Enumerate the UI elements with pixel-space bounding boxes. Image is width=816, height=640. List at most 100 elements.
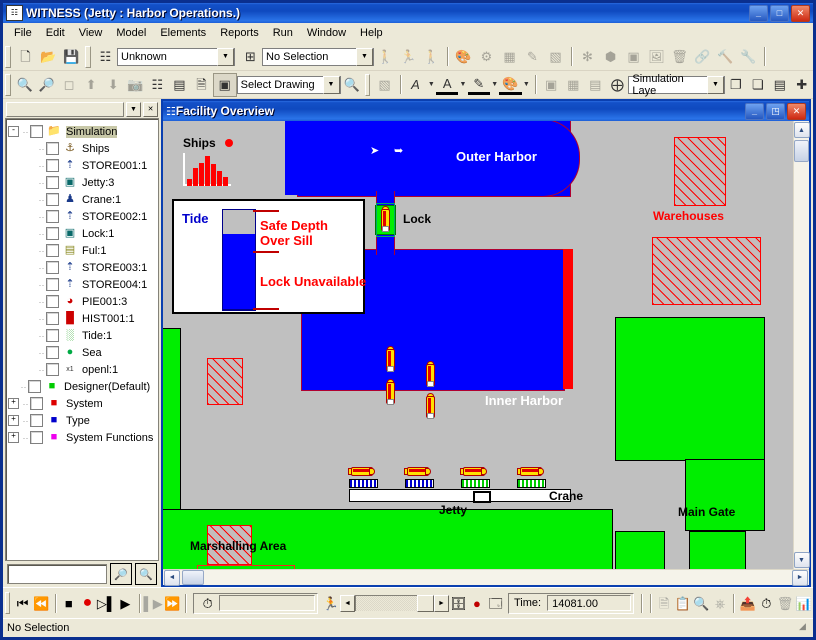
step-back-button[interactable]: ⏪ <box>32 592 51 614</box>
runner-icon[interactable]: 🏃 <box>321 592 340 614</box>
send-backward-icon[interactable]: ❏ <box>747 74 769 96</box>
clock-button[interactable]: ⏱ <box>196 592 219 614</box>
no-fill-icon[interactable]: ▧ <box>544 46 567 68</box>
ships-histogram[interactable] <box>183 153 231 186</box>
tree-node[interactable]: ·· ● Sea <box>8 344 158 361</box>
clone-icon[interactable]: ✻ <box>576 46 599 68</box>
scroll-right-button[interactable]: ► <box>792 569 808 586</box>
find-next-icon[interactable]: 🔍 <box>135 563 157 585</box>
walk-left-icon[interactable]: 🚶 <box>420 46 443 68</box>
speed-decrease-button[interactable]: ◄ <box>339 594 355 612</box>
crane-rail[interactable] <box>349 489 571 502</box>
clipboard-icon[interactable]: 📋 <box>673 592 692 614</box>
resize-grip-icon[interactable]: ◢ <box>799 621 813 635</box>
minimize-button[interactable]: _ <box>749 4 768 22</box>
tree-node-checkbox[interactable] <box>46 329 59 342</box>
walk-right-icon[interactable]: 🚶 <box>374 46 397 68</box>
speed-slider-track[interactable] <box>354 595 434 612</box>
view-state-icon[interactable]: 🗔 <box>486 592 505 614</box>
layer-combo[interactable]: Simulation Laye ▼ <box>628 73 725 97</box>
menu-item-elements[interactable]: Elements <box>153 25 213 41</box>
tree-node-checkbox[interactable] <box>46 193 59 206</box>
ship-berthed-3[interactable] <box>460 466 487 476</box>
save-model-button[interactable]: 💾 <box>60 46 83 68</box>
tree-node[interactable]: ·· ⇡ STORE002:1 <box>8 208 158 225</box>
menu-item-edit[interactable]: Edit <box>39 25 72 41</box>
machine-icon[interactable]: ⚙ <box>475 46 498 68</box>
toolbar-grip-2[interactable] <box>85 45 91 68</box>
shape-icon[interactable]: ⬢ <box>599 46 622 68</box>
ship-anchored-4[interactable] <box>425 393 435 419</box>
drawing-mode-combo[interactable]: Select Drawing ▼ <box>236 75 341 94</box>
jetty-berth-3[interactable] <box>461 479 490 488</box>
run-right-icon[interactable]: 🏃 <box>397 46 420 68</box>
bring-forward-icon[interactable]: ❐ <box>725 74 747 96</box>
save-state-icon[interactable]: 🗄 <box>449 592 468 614</box>
ship-berthed-4[interactable] <box>517 466 544 476</box>
tree-node-checkbox[interactable] <box>46 312 59 325</box>
stack-report-icon[interactable]: 🗑 <box>776 592 795 614</box>
magnifier-icon[interactable]: 🔍 <box>341 74 363 96</box>
select-drawing-icon[interactable]: ▣ <box>212 72 237 97</box>
scroll-down-button[interactable]: ▼ <box>793 552 810 568</box>
restore-button[interactable]: ◳ <box>766 102 785 120</box>
tree-node-checkbox[interactable] <box>30 397 43 410</box>
align-icon[interactable]: ▤ <box>769 74 791 96</box>
pen-icon[interactable]: ✎ <box>521 46 544 68</box>
chevron-down-icon[interactable]: ▼ <box>217 47 234 66</box>
chevron-down-icon[interactable]: ▼ <box>522 74 532 96</box>
scroll-up-button[interactable]: ▲ <box>793 122 810 138</box>
grid-table-icon[interactable]: ▤ <box>584 74 606 96</box>
tree-node-checkbox[interactable] <box>30 431 43 444</box>
tree-node-checkbox[interactable] <box>46 210 59 223</box>
screen-icon[interactable]: 🖼 <box>645 46 668 68</box>
fill-color-icon[interactable]: 🎨 <box>499 74 522 95</box>
collapse-icon[interactable]: - <box>8 126 19 137</box>
tree-node-checkbox[interactable] <box>46 244 59 257</box>
report-document-icon[interactable]: 🗎 <box>655 592 674 614</box>
tree-node[interactable]: ·· ▣ Lock:1 <box>8 225 158 242</box>
menu-item-help[interactable]: Help <box>353 25 390 41</box>
menu-item-reports[interactable]: Reports <box>213 25 266 41</box>
tree-node[interactable]: ·· ⇡ STORE003:1 <box>8 259 158 276</box>
chevron-down-icon[interactable]: ▼ <box>427 74 437 96</box>
tree-node-checkbox[interactable] <box>46 295 59 308</box>
step-button[interactable]: ▷▌ <box>97 592 116 614</box>
font-style-icon[interactable]: A <box>404 74 426 96</box>
tree-node[interactable]: ·· ⇡ STORE004:1 <box>8 276 158 293</box>
element-type-combo[interactable]: Unknown ▼ <box>117 47 235 66</box>
tree-node-checkbox[interactable] <box>46 278 59 291</box>
fast-forward-button[interactable]: ⏩ <box>163 592 182 614</box>
tree-node-checkbox[interactable] <box>46 142 59 155</box>
speed-slider-thumb[interactable] <box>416 595 434 612</box>
tree-node-checkbox[interactable] <box>30 125 43 138</box>
menu-item-model[interactable]: Model <box>109 25 153 41</box>
chevron-down-icon[interactable]: ▼ <box>458 74 468 96</box>
move-up-icon[interactable]: ⬆ <box>80 74 102 96</box>
close-icon[interactable]: ✕ <box>143 102 158 117</box>
zoom-out-icon[interactable]: 🔎 <box>36 74 58 96</box>
canvas-vertical-scrollbar[interactable]: ▲ ▼ <box>793 121 810 569</box>
camera-icon[interactable]: 📷 <box>124 74 146 96</box>
center-icon[interactable]: ⨁ <box>606 74 628 96</box>
ship-berthed-2[interactable] <box>404 466 431 476</box>
hierarchy-icon[interactable]: ▤ <box>168 74 190 96</box>
jetty-berth-1[interactable] <box>349 479 378 488</box>
zoom-in-icon[interactable]: 🔍 <box>14 74 36 96</box>
tree-node[interactable]: + ·· ■ System Functions <box>8 429 158 446</box>
menu-item-file[interactable]: File <box>7 25 39 41</box>
speed-slider[interactable]: ◄ ► <box>339 594 449 612</box>
selection-combo[interactable]: No Selection ▼ <box>262 47 374 66</box>
jetty-berth-2[interactable] <box>405 479 434 488</box>
decimal-icon[interactable]: 📊 <box>794 592 813 614</box>
model-tree[interactable]: - ·· 📁 Simulation ·· ⚓ Ships ·· ⇡ STORE001:1 ·· ▣ Je… <box>5 118 159 561</box>
ship-anchored-3[interactable] <box>425 361 435 387</box>
tree-node[interactable]: ·· ■ Designer(Default) <box>8 378 158 395</box>
zoom-fit-icon[interactable]: ◻ <box>58 74 80 96</box>
menu-item-view[interactable]: View <box>72 25 110 41</box>
batch-field[interactable] <box>219 595 316 611</box>
grid-icon[interactable]: ▦ <box>562 74 584 96</box>
hammer-icon[interactable]: 🔨 <box>714 46 737 68</box>
tree-node-checkbox[interactable] <box>46 159 59 172</box>
scroll-left-button[interactable]: ◄ <box>164 569 180 586</box>
